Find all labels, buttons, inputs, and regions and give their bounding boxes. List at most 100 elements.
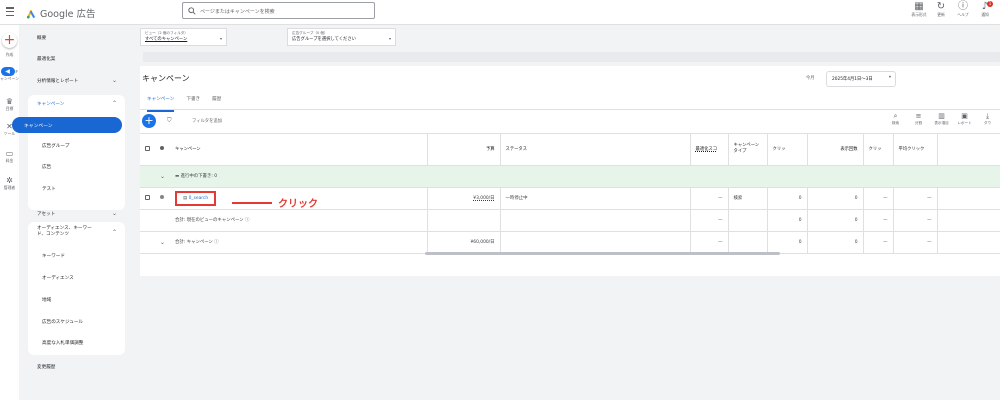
- app-title: Google 広告: [40, 9, 96, 20]
- search-icon: [188, 7, 196, 15]
- chevron-down-icon: ⌄: [111, 210, 117, 217]
- view-filter-select[interactable]: ビュー（2 個のフィルタ） すべてのキャンペーン ▾: [140, 28, 227, 46]
- refresh-button[interactable]: ↻ 更新: [930, 1, 952, 18]
- sidebar-item-assets[interactable]: アセット ⌄: [37, 210, 117, 217]
- dropdown-icon: ▾: [219, 36, 222, 41]
- col-ctr[interactable]: クリッ: [863, 134, 894, 166]
- campaign-table: キャンペーン 予算 ステータス 最適化スコ キャンペーンタイプ クリッ 表示回数…: [140, 134, 1000, 254]
- annotation-line: [232, 201, 272, 204]
- create-button[interactable]: +: [2, 33, 17, 48]
- sidebar-item-recommendations[interactable]: 最適化案: [37, 56, 55, 62]
- status-cell: 一時停止中: [500, 187, 691, 210]
- col-cpc[interactable]: 平均クリック: [893, 134, 938, 166]
- nav-rail: + 作成 ◀ キャンペーン ♛ 目標 ✕ ツール ▭ 料金 ✲ 管理者: [0, 25, 19, 400]
- adgroup-filter-select[interactable]: 広告グループ（0 個） 広告グループを選択してください ▾: [287, 28, 396, 46]
- col-campaign[interactable]: キャンペーン: [170, 134, 428, 166]
- rail-billing[interactable]: ▭ 料金: [0, 149, 19, 164]
- refresh-icon: ↻: [936, 1, 946, 12]
- sidebar-item-history[interactable]: 変更履歴: [37, 364, 55, 370]
- select-all-checkbox[interactable]: [145, 145, 150, 151]
- rail-goals[interactable]: ♛ 目標: [0, 97, 19, 112]
- help-icon[interactable]: ⓘ: [245, 218, 249, 223]
- trophy-icon: ♛: [5, 97, 14, 106]
- col-impressions[interactable]: 表示回数: [807, 134, 864, 166]
- rail-campaigns[interactable]: ◀ キャンペーン: [0, 67, 19, 82]
- row-checkbox[interactable]: [145, 194, 150, 200]
- top-bar: Google 広告 ページまたはキャンペーンを検索 ▦ 表示形式 ↻ 更新 ⓘ ヘルプ…: [0, 0, 1000, 25]
- folder-icon: ▬: [175, 174, 180, 179]
- annotation-text: クリック: [278, 199, 318, 210]
- campaign-type-icon: ▤: [183, 195, 188, 201]
- notifications-button[interactable]: ♪ 1 通知: [974, 1, 996, 18]
- billing-icon: ▭: [5, 149, 14, 158]
- rail-create-label: 作成: [5, 52, 14, 57]
- view-format-button[interactable]: ▦ 表示形式: [908, 1, 930, 18]
- col-status[interactable]: ステータス: [500, 134, 691, 166]
- segment-button[interactable]: ≡ 分割: [907, 112, 930, 126]
- help-icon[interactable]: ⓘ: [214, 240, 218, 245]
- sidebar-item-audience[interactable]: オーディエンス、キーワード、コンテンツ ⌃: [37, 226, 117, 238]
- main-panel: キャンペーン キャンペーン 下書き 履歴 + ⛉ フィルタを追加 ⌕ 検索 ≡ 分割…: [140, 66, 1000, 276]
- download-icon: ⤓: [985, 112, 990, 120]
- draft-row[interactable]: ⌄ ▬ 進行中の下書き: 0: [140, 165, 1000, 188]
- sidebar-item-test[interactable]: テスト: [42, 186, 56, 192]
- reports-button[interactable]: ▣ レポート: [953, 112, 976, 126]
- col-clicks[interactable]: クリッ: [767, 134, 808, 166]
- divider: [140, 109, 1000, 110]
- budget-cell[interactable]: ¥3,000/日: [427, 187, 501, 210]
- sidebar-item-keywords[interactable]: キーワード: [42, 253, 65, 259]
- sidebar: 概要 最適化案 分析情報とレポート ⌄ キャンペーン ⌃ 広告グループ 広告 テスト…: [20, 25, 132, 400]
- campaign-icon: ◀: [0, 67, 15, 76]
- highlight-box: ▤ 0_search: [175, 190, 217, 206]
- date-range-picker[interactable]: 2025年4月1日〜3日: [826, 71, 896, 87]
- click-annotation: クリック: [232, 195, 318, 210]
- plus-icon: +: [144, 114, 154, 127]
- sidebar-item-location[interactable]: 地域: [42, 297, 51, 303]
- report-icon: ▣: [961, 112, 968, 120]
- chevron-down-icon[interactable]: ⌄: [160, 239, 165, 246]
- col-opt-score[interactable]: 最適化スコ: [690, 134, 729, 166]
- sidebar-item-ads[interactable]: 広告: [42, 164, 51, 170]
- help-button[interactable]: ⓘ ヘルプ: [952, 1, 974, 18]
- add-filter-button[interactable]: フィルタを追加: [192, 118, 222, 124]
- date-label: 今月: [806, 76, 815, 81]
- segment-icon: ≡: [915, 112, 922, 120]
- add-campaign-button[interactable]: +: [142, 114, 156, 128]
- search-tool-button[interactable]: ⌕ 検索: [884, 112, 907, 126]
- google-ads-icon: [26, 9, 36, 19]
- columns-icon: ▥: [938, 112, 945, 120]
- sidebar-item-overview[interactable]: 概要: [37, 35, 46, 41]
- campaigns-card: [28, 95, 125, 210]
- columns-button[interactable]: ▥ 表示項目: [930, 112, 953, 126]
- chevron-down-icon[interactable]: ⌄: [160, 173, 165, 180]
- view-icon: ▦: [914, 1, 924, 12]
- search-input[interactable]: ページまたはキャンペーンを検索: [182, 2, 375, 19]
- campaign-link[interactable]: 0_search: [189, 196, 209, 201]
- sidebar-item-insights[interactable]: 分析情報とレポート ⌄: [37, 77, 117, 84]
- sidebar-item-campaigns-group[interactable]: キャンペーン ⌃: [37, 100, 117, 107]
- sidebar-item-bid-adjust[interactable]: 高度な入札単価調整: [42, 340, 83, 346]
- search-icon: ⌕: [893, 112, 898, 120]
- horizontal-scrollbar[interactable]: [425, 252, 780, 255]
- dropdown-icon: ▾: [388, 36, 391, 41]
- total-row-campaigns: ⌄ 合計: キャンペーン ⓘ ¥60,000/日 — 0 0 — —: [140, 231, 1000, 254]
- download-button[interactable]: ⤓ ダウ: [976, 112, 999, 126]
- sidebar-item-audiences[interactable]: オーディエンス: [42, 275, 74, 281]
- app-logo[interactable]: Google 広告: [26, 6, 96, 20]
- sidebar-item-campaigns[interactable]: キャンペーン: [12, 117, 122, 133]
- plus-icon: +: [3, 32, 16, 48]
- col-type[interactable]: キャンペーンタイプ: [728, 134, 768, 166]
- chevron-down-icon: ⌄: [111, 77, 117, 84]
- rail-admin[interactable]: ✲ 管理者: [0, 176, 19, 191]
- table-header: キャンペーン 予算 ステータス 最適化スコ キャンペーンタイプ クリッ 表示回数…: [140, 134, 1000, 166]
- menu-icon[interactable]: [6, 7, 14, 17]
- sidebar-item-schedule[interactable]: 広告のスケジュール: [42, 319, 83, 325]
- page-title: キャンペーン: [142, 74, 190, 83]
- chevron-up-icon: ⌃: [111, 100, 117, 107]
- col-budget[interactable]: 予算: [427, 134, 501, 166]
- chevron-up-icon: ⌃: [111, 228, 117, 236]
- audience-card: [28, 222, 125, 355]
- status-dot-icon: [160, 146, 164, 151]
- filter-icon[interactable]: ⛉: [167, 117, 172, 125]
- sidebar-item-adgroups[interactable]: 広告グループ: [42, 143, 69, 149]
